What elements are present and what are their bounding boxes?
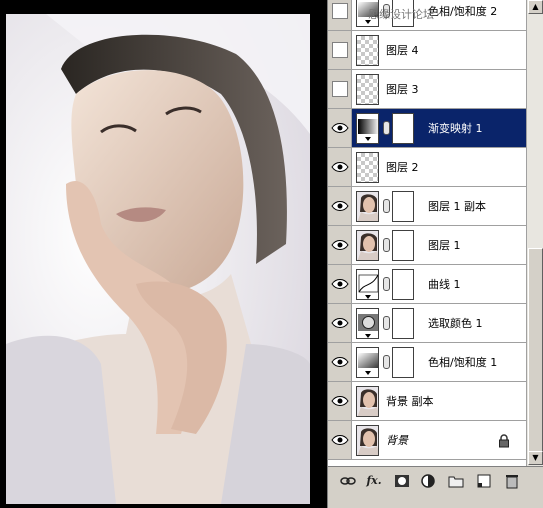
visibility-toggle[interactable] bbox=[328, 148, 352, 186]
layer-name: 图层 3 bbox=[386, 83, 419, 96]
visibility-toggle[interactable] bbox=[328, 343, 352, 381]
mask-link-icon[interactable] bbox=[383, 121, 390, 135]
eye-icon bbox=[331, 357, 349, 367]
layer-row[interactable]: 渐变映射 1 bbox=[328, 109, 526, 148]
layer-row[interactable]: 曲线 1 bbox=[328, 265, 526, 304]
layer-mask-thumbnail[interactable] bbox=[392, 269, 414, 300]
layer-row[interactable]: 背景 副本 bbox=[328, 382, 526, 421]
hidden-visibility-box[interactable] bbox=[332, 81, 348, 97]
layer-name: 图层 4 bbox=[386, 44, 419, 57]
visibility-toggle[interactable] bbox=[328, 226, 352, 264]
visibility-toggle[interactable] bbox=[328, 70, 352, 108]
layer-thumbnail[interactable] bbox=[356, 386, 379, 417]
layer-thumbnail[interactable] bbox=[356, 230, 379, 261]
delete-layer-icon[interactable] bbox=[504, 473, 520, 489]
layer-name: 色相/饱和度 1 bbox=[428, 356, 498, 369]
layer-thumbnail[interactable] bbox=[356, 308, 379, 339]
layer-thumbnail[interactable] bbox=[356, 269, 379, 300]
layer-mask-thumbnail[interactable] bbox=[392, 347, 414, 378]
lock-icon bbox=[498, 433, 510, 448]
portrait-photo bbox=[6, 14, 310, 504]
scroll-thumb[interactable] bbox=[528, 248, 543, 458]
layer-row[interactable]: 图层 1 副本 bbox=[328, 187, 526, 226]
eye-icon bbox=[331, 240, 349, 250]
eye-icon bbox=[331, 435, 349, 445]
layer-name: 图层 1 bbox=[428, 239, 461, 252]
scroll-down-arrow-icon[interactable]: ▼ bbox=[528, 451, 543, 465]
layer-row[interactable]: 选取颜色 1 bbox=[328, 304, 526, 343]
layers-toolbar: fx. bbox=[328, 466, 543, 508]
layer-thumbnail[interactable] bbox=[356, 74, 379, 105]
eye-icon bbox=[331, 318, 349, 328]
layer-thumbnail[interactable] bbox=[356, 347, 379, 378]
layer-name: 渐变映射 1 bbox=[428, 122, 483, 135]
mask-link-icon[interactable] bbox=[383, 355, 390, 369]
layer-name: 曲线 1 bbox=[428, 278, 461, 291]
visibility-toggle[interactable] bbox=[328, 421, 352, 459]
eye-icon bbox=[331, 162, 349, 172]
eye-icon bbox=[331, 279, 349, 289]
layer-name: 背景 bbox=[386, 434, 408, 447]
layer-row[interactable]: 图层 4 bbox=[328, 31, 526, 70]
document-canvas[interactable] bbox=[6, 14, 310, 504]
layer-thumbnail[interactable] bbox=[356, 113, 379, 144]
layer-thumbnail[interactable] bbox=[356, 152, 379, 183]
layer-mask-thumbnail[interactable] bbox=[392, 191, 414, 222]
layer-mask-thumbnail[interactable] bbox=[392, 308, 414, 339]
layers-scrollbar[interactable]: ▲ ▼ bbox=[526, 0, 543, 466]
mask-link-icon[interactable] bbox=[383, 277, 390, 291]
visibility-toggle[interactable] bbox=[328, 31, 352, 69]
link-layers-icon[interactable] bbox=[340, 473, 356, 489]
eye-icon bbox=[331, 201, 349, 211]
mask-link-icon[interactable] bbox=[383, 199, 390, 213]
visibility-toggle[interactable] bbox=[328, 109, 352, 147]
add-mask-icon[interactable] bbox=[394, 473, 410, 489]
new-layer-icon[interactable] bbox=[476, 473, 492, 489]
layer-row[interactable]: 背景 bbox=[328, 421, 526, 460]
eye-icon bbox=[331, 396, 349, 406]
fx-icon[interactable]: fx. bbox=[366, 473, 382, 489]
visibility-toggle[interactable] bbox=[328, 304, 352, 342]
layer-mask-thumbnail[interactable] bbox=[392, 113, 414, 144]
layer-thumbnail[interactable] bbox=[356, 191, 379, 222]
layer-name: 图层 1 副本 bbox=[428, 200, 486, 213]
adjustment-layer-icon[interactable] bbox=[420, 473, 436, 489]
visibility-toggle[interactable] bbox=[328, 265, 352, 303]
layer-thumbnail[interactable] bbox=[356, 425, 379, 456]
mask-link-icon[interactable] bbox=[383, 316, 390, 330]
layer-name: 色相/饱和度 2 bbox=[428, 5, 498, 18]
layer-name: 背景 副本 bbox=[386, 395, 434, 408]
hidden-visibility-box[interactable] bbox=[332, 42, 348, 58]
layer-row[interactable]: 图层 3 bbox=[328, 70, 526, 109]
visibility-toggle[interactable] bbox=[328, 187, 352, 225]
group-icon[interactable] bbox=[448, 473, 464, 489]
scroll-up-arrow-icon[interactable]: ▲ bbox=[528, 0, 543, 14]
layer-row[interactable]: 图层 1 bbox=[328, 226, 526, 265]
layer-name: 图层 2 bbox=[386, 161, 419, 174]
layer-row[interactable]: 图层 2 bbox=[328, 148, 526, 187]
layer-mask-thumbnail[interactable] bbox=[392, 230, 414, 261]
eye-icon bbox=[331, 123, 349, 133]
layers-panel: 色相/饱和度 2 图层 4 图层 3 渐变映射 1 图层 2 图层 1 副本 图层 1 曲线 … bbox=[327, 0, 543, 508]
layer-row[interactable]: 色相/饱和度 1 bbox=[328, 343, 526, 382]
watermark: 思缘设计论坛 bbox=[368, 8, 434, 21]
layer-name: 选取颜色 1 bbox=[428, 317, 483, 330]
mask-link-icon[interactable] bbox=[383, 238, 390, 252]
layer-list: 色相/饱和度 2 图层 4 图层 3 渐变映射 1 图层 2 图层 1 副本 图层 1 曲线 … bbox=[328, 0, 526, 466]
visibility-toggle[interactable] bbox=[328, 382, 352, 420]
layer-thumbnail[interactable] bbox=[356, 35, 379, 66]
visibility-toggle[interactable] bbox=[328, 0, 352, 30]
hidden-visibility-box[interactable] bbox=[332, 3, 348, 19]
